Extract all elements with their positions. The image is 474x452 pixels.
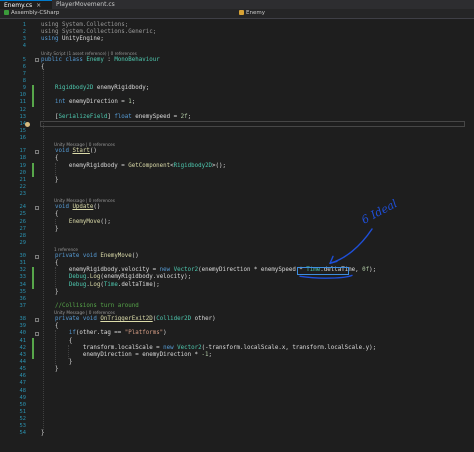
tab-playermovement-cs[interactable]: PlayerMovement.cs [52, 0, 124, 9]
ink-stroke [329, 255, 338, 265]
tab-enemy-cs[interactable]: Enemy.cs × [0, 0, 52, 9]
project-dropdown[interactable]: Assembly-CSharp [2, 10, 94, 17]
tab-label: PlayerMovement.cs [56, 1, 115, 8]
handwritten-annotation: 6 Ideal [299, 197, 400, 279]
project-label: Assembly-CSharp [11, 10, 60, 16]
code-editor[interactable]: 1 using System.Collections; 2 using System.… [0, 19, 474, 452]
tab-label: Enemy.cs [4, 2, 33, 9]
csharp-project-icon [4, 10, 9, 15]
ink-stroke [329, 228, 373, 265]
class-label: Enemy [246, 10, 265, 16]
annotation-text: 6 Ideal [359, 197, 399, 227]
navigation-bar: Assembly-CSharp Enemy [0, 9, 474, 19]
ink-stroke [299, 274, 353, 279]
close-icon[interactable]: × [36, 2, 41, 9]
class-dropdown[interactable]: Enemy [235, 10, 469, 17]
class-icon [239, 10, 244, 15]
